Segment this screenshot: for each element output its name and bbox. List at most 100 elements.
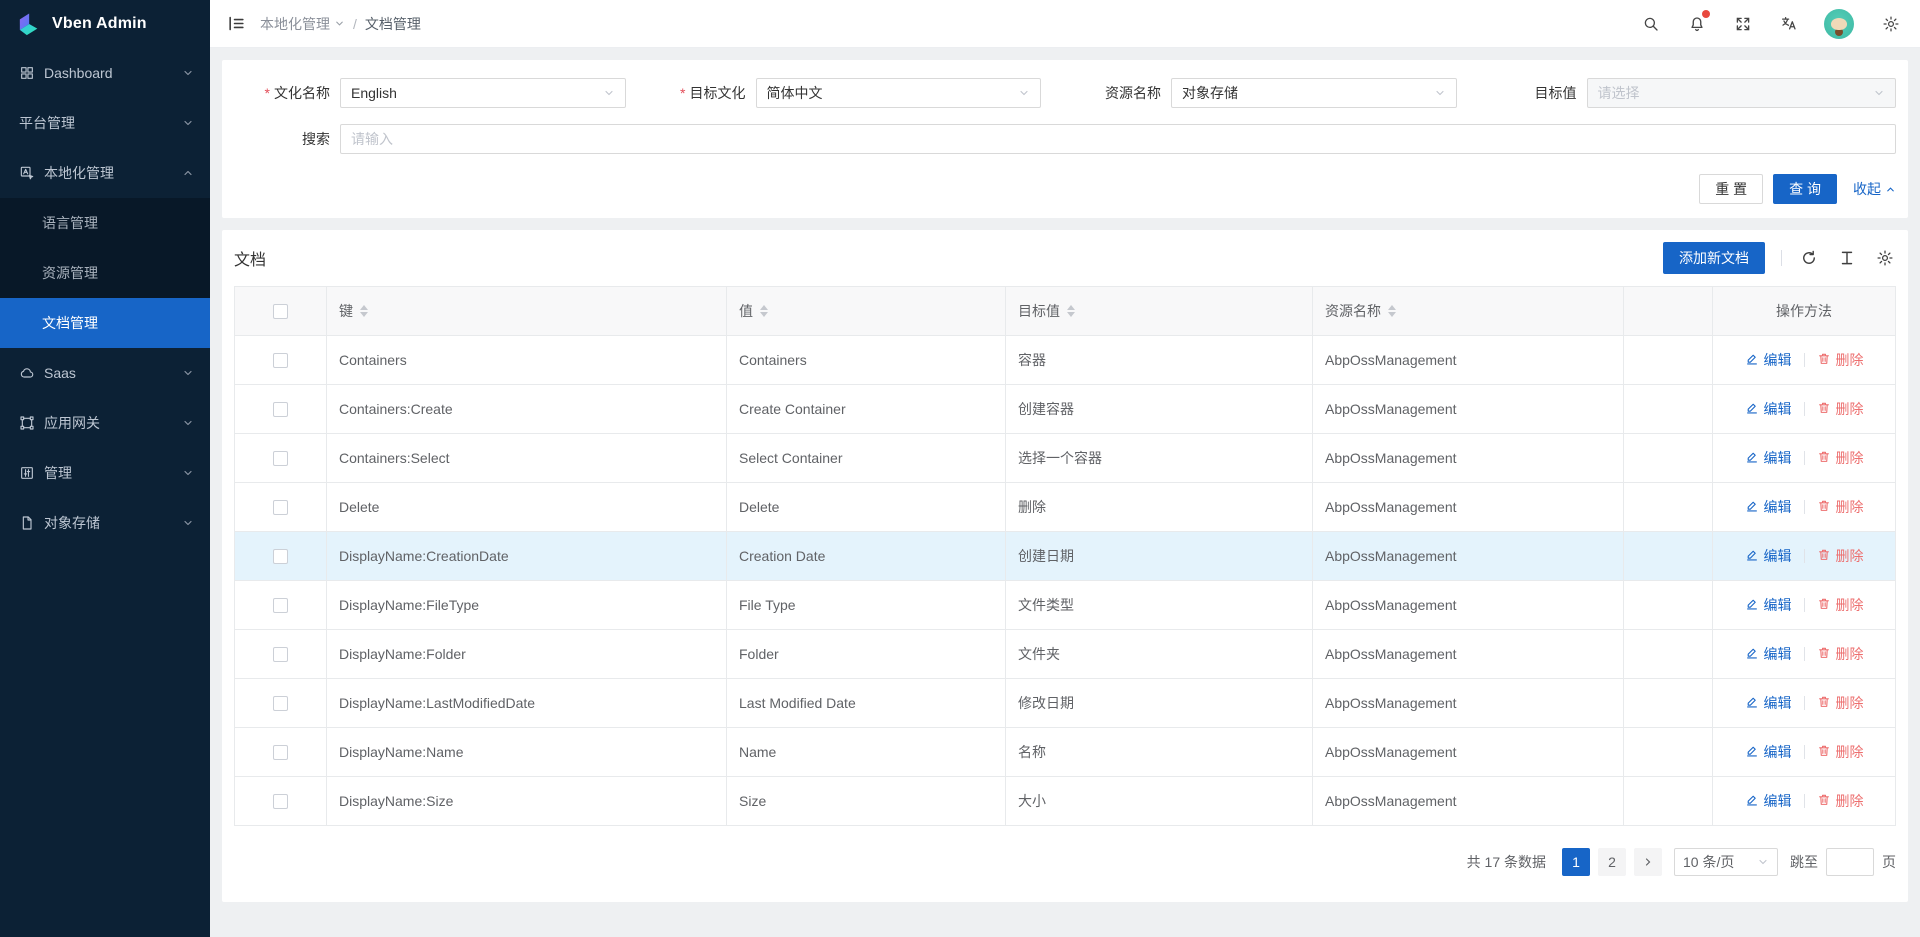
sidebar-item-1[interactable]: 平台管理 bbox=[0, 98, 210, 148]
cell-key: DisplayName:Name bbox=[327, 728, 727, 776]
collapse-link[interactable]: 收起 bbox=[1853, 179, 1896, 199]
target-culture-select[interactable]: 简体中文 bbox=[756, 78, 1042, 108]
cell-key: DisplayName:LastModifiedDate bbox=[327, 679, 727, 727]
delete-button[interactable]: 删除 bbox=[1817, 546, 1864, 566]
cell-text: 文件夹 bbox=[1018, 644, 1060, 664]
delete-button[interactable]: 删除 bbox=[1817, 742, 1864, 762]
sidebar-item-2[interactable]: 本地化管理 bbox=[0, 148, 210, 198]
cell-target: 大小 bbox=[1006, 777, 1313, 825]
bell-icon[interactable] bbox=[1686, 13, 1708, 35]
header-cell-value[interactable]: 值 bbox=[727, 287, 1006, 335]
sidebar-item-label: 管理 bbox=[44, 463, 182, 483]
sort-icon[interactable] bbox=[760, 305, 768, 317]
column-settings-icon[interactable] bbox=[1874, 247, 1896, 269]
delete-button[interactable]: 删除 bbox=[1817, 595, 1864, 615]
table-row: DisplayName:LastModifiedDateLast Modifie… bbox=[235, 678, 1895, 727]
edit-icon bbox=[1745, 695, 1759, 712]
breadcrumb-current[interactable]: 文档管理 bbox=[365, 14, 421, 34]
translate-icon[interactable] bbox=[1778, 13, 1800, 35]
edit-button[interactable]: 编辑 bbox=[1745, 791, 1792, 811]
header-cell-target[interactable]: 目标值 bbox=[1006, 287, 1313, 335]
edit-button[interactable]: 编辑 bbox=[1745, 546, 1792, 566]
delete-label: 删除 bbox=[1836, 791, 1864, 811]
row-checkbox[interactable] bbox=[273, 353, 288, 368]
target-value-select[interactable]: 请选择 bbox=[1587, 78, 1897, 108]
culture-name-select[interactable]: English bbox=[340, 78, 626, 108]
topbar-actions bbox=[1640, 9, 1902, 39]
settings-gear-icon[interactable] bbox=[1880, 13, 1902, 35]
edit-button[interactable]: 编辑 bbox=[1745, 350, 1792, 370]
sidebar-subitem-2[interactable]: 文档管理 bbox=[0, 298, 210, 348]
edit-icon bbox=[1745, 744, 1759, 761]
row-height-icon[interactable] bbox=[1836, 247, 1858, 269]
resource-name-value: 对象存储 bbox=[1182, 83, 1238, 103]
row-checkbox[interactable] bbox=[273, 647, 288, 662]
fullscreen-icon[interactable] bbox=[1732, 13, 1754, 35]
header-cell-resource[interactable]: 资源名称 bbox=[1313, 287, 1624, 335]
sidebar-subitem-1[interactable]: 资源管理 bbox=[0, 248, 210, 298]
row-checkbox[interactable] bbox=[273, 598, 288, 613]
row-checkbox[interactable] bbox=[273, 549, 288, 564]
sidebar-item-5[interactable]: 管理 bbox=[0, 448, 210, 498]
edit-button[interactable]: 编辑 bbox=[1745, 497, 1792, 517]
header-cell-key[interactable]: 键 bbox=[327, 287, 727, 335]
row-checkbox[interactable] bbox=[273, 745, 288, 760]
cell-actions: 编辑 删除 bbox=[1713, 581, 1895, 629]
delete-button[interactable]: 删除 bbox=[1817, 399, 1864, 419]
row-checkbox[interactable] bbox=[273, 696, 288, 711]
cell-empty bbox=[1624, 630, 1713, 678]
delete-icon bbox=[1817, 793, 1831, 810]
sidebar-fold-icon[interactable] bbox=[222, 10, 250, 38]
edit-button[interactable]: 编辑 bbox=[1745, 644, 1792, 664]
logo[interactable]: Vben Admin bbox=[0, 0, 210, 48]
toolbar-divider bbox=[1781, 250, 1782, 266]
search-input[interactable] bbox=[340, 124, 1896, 154]
reset-button[interactable]: 重 置 bbox=[1699, 174, 1763, 204]
delete-button[interactable]: 删除 bbox=[1817, 448, 1864, 468]
cell-actions: 编辑 删除 bbox=[1713, 777, 1895, 825]
delete-button[interactable]: 删除 bbox=[1817, 693, 1864, 713]
resource-name-select[interactable]: 对象存储 bbox=[1171, 78, 1457, 108]
next-page-button[interactable] bbox=[1634, 848, 1662, 876]
query-button[interactable]: 查 询 bbox=[1773, 174, 1837, 204]
breadcrumb-root[interactable]: 本地化管理 bbox=[260, 14, 345, 34]
row-checkbox[interactable] bbox=[273, 500, 288, 515]
refresh-icon[interactable] bbox=[1798, 247, 1820, 269]
page-button-1[interactable]: 1 bbox=[1562, 848, 1590, 876]
row-checkbox[interactable] bbox=[273, 794, 288, 809]
breadcrumb-root-label: 本地化管理 bbox=[260, 14, 330, 34]
sort-icon[interactable] bbox=[360, 305, 368, 317]
sidebar-item-4[interactable]: 应用网关 bbox=[0, 398, 210, 448]
edit-button[interactable]: 编辑 bbox=[1745, 448, 1792, 468]
chevron-down-icon bbox=[182, 467, 194, 479]
search-icon[interactable] bbox=[1640, 13, 1662, 35]
delete-button[interactable]: 删除 bbox=[1817, 497, 1864, 517]
dashboard-icon bbox=[19, 65, 35, 81]
row-checkbox[interactable] bbox=[273, 402, 288, 417]
sort-icon[interactable] bbox=[1067, 305, 1075, 317]
edit-button[interactable]: 编辑 bbox=[1745, 399, 1792, 419]
avatar[interactable] bbox=[1824, 9, 1854, 39]
edit-button[interactable]: 编辑 bbox=[1745, 693, 1792, 713]
delete-button[interactable]: 删除 bbox=[1817, 791, 1864, 811]
cell-empty bbox=[1624, 728, 1713, 776]
add-document-button[interactable]: 添加新文档 bbox=[1663, 242, 1765, 274]
select-all-checkbox[interactable] bbox=[273, 304, 288, 319]
app-root: Vben Admin Dashboard平台管理本地化管理语言管理资源管理文档管… bbox=[0, 0, 1920, 937]
table-row: DisplayName:NameName名称AbpOssManagement编辑… bbox=[235, 727, 1895, 776]
delete-button[interactable]: 删除 bbox=[1817, 350, 1864, 370]
cell-target: 文件夹 bbox=[1006, 630, 1313, 678]
chevron-down-icon bbox=[1018, 87, 1030, 99]
sidebar-item-0[interactable]: Dashboard bbox=[0, 48, 210, 98]
sidebar-item-3[interactable]: Saas bbox=[0, 348, 210, 398]
delete-button[interactable]: 删除 bbox=[1817, 644, 1864, 664]
page-button-2[interactable]: 2 bbox=[1598, 848, 1626, 876]
sort-icon[interactable] bbox=[1388, 305, 1396, 317]
sidebar-item-6[interactable]: 对象存储 bbox=[0, 498, 210, 548]
edit-button[interactable]: 编辑 bbox=[1745, 742, 1792, 762]
page-size-select[interactable]: 10 条/页 bbox=[1674, 848, 1778, 876]
sidebar-subitem-0[interactable]: 语言管理 bbox=[0, 198, 210, 248]
row-checkbox[interactable] bbox=[273, 451, 288, 466]
jump-page-input[interactable] bbox=[1826, 848, 1874, 876]
edit-button[interactable]: 编辑 bbox=[1745, 595, 1792, 615]
